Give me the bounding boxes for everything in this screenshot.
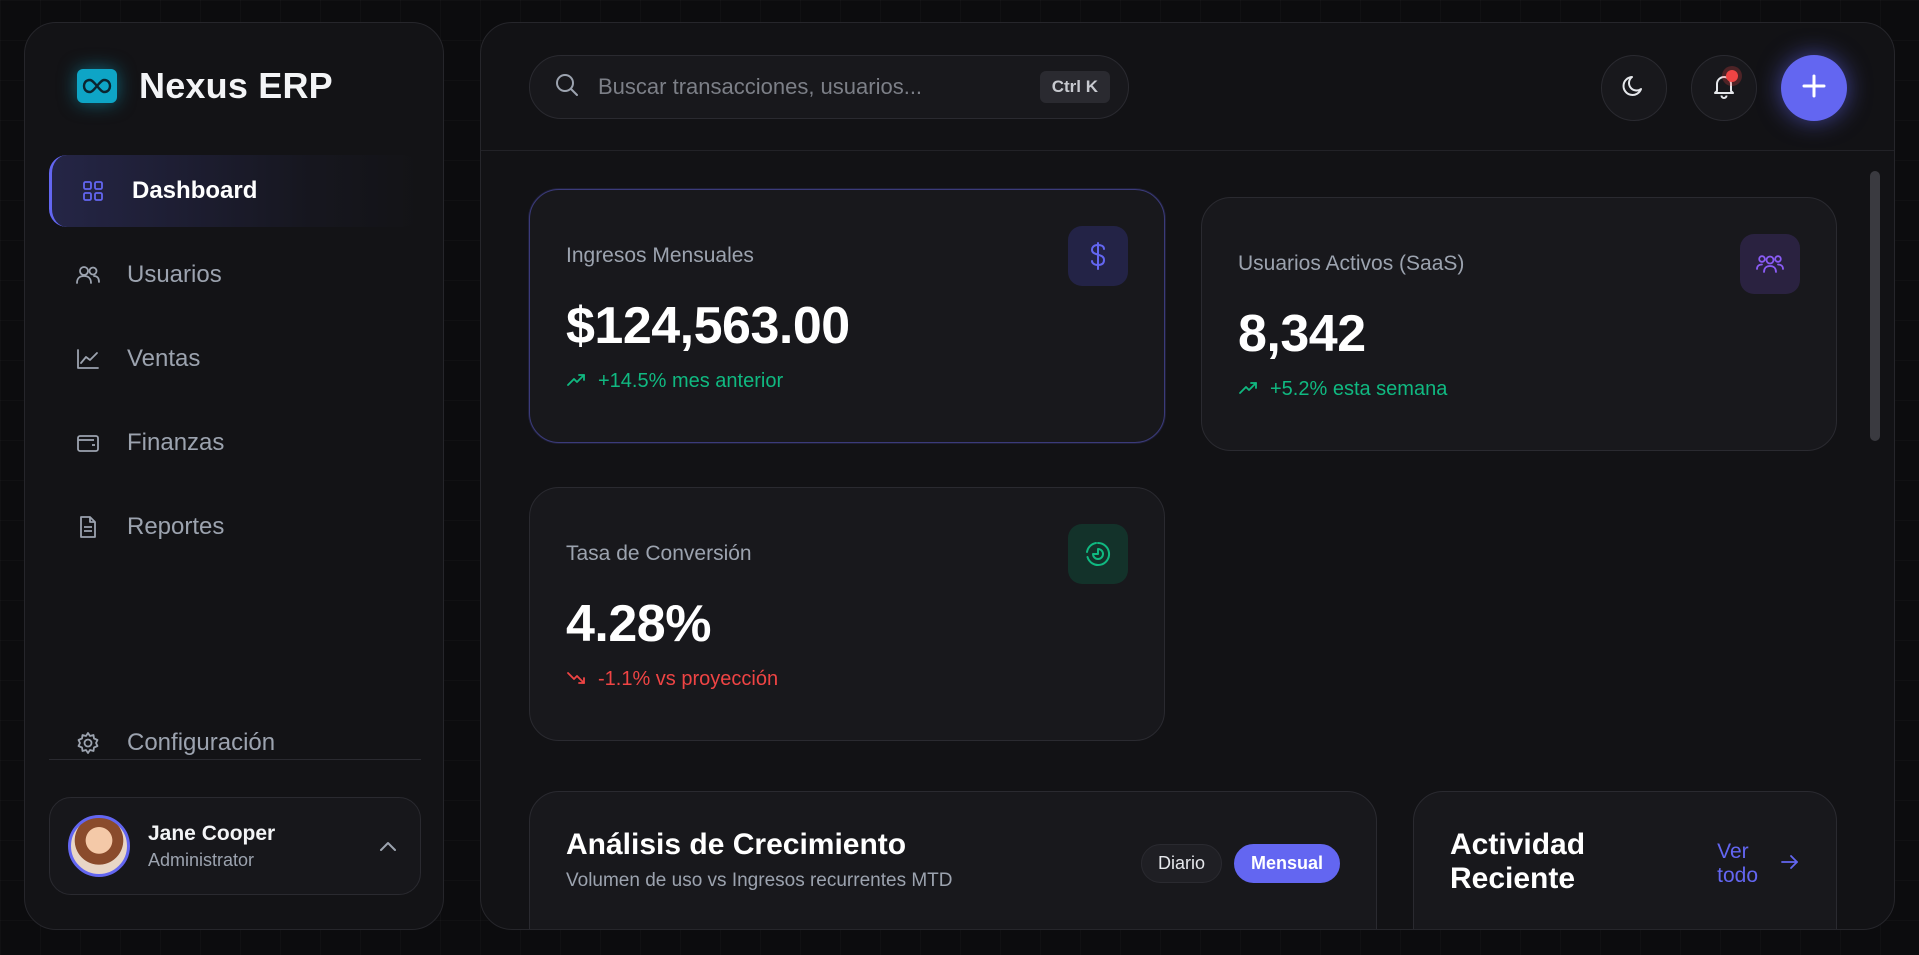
trend-down-icon (566, 668, 586, 691)
gear-icon (75, 730, 101, 756)
period-toggle: Diario Mensual (1140, 844, 1340, 883)
stat-value: $124,563.00 (566, 297, 850, 355)
stat-change: +14.5% mes anterior (566, 370, 1128, 393)
stat-value: 4.28% (566, 595, 711, 653)
view-all-label: Ver todo (1717, 840, 1758, 888)
app-name: Nexus ERP (139, 65, 333, 106)
sidebar-item-reportes[interactable]: Reportes (49, 491, 421, 563)
toggle-mensual[interactable]: Mensual (1233, 844, 1340, 883)
stat-change-text: -1.1% vs proyección (598, 668, 779, 690)
toggle-diario[interactable]: Diario (1140, 844, 1222, 883)
dollar-icon (1068, 226, 1128, 286)
sidebar-item-label: Ventas (127, 345, 201, 372)
stat-card-conversion[interactable]: Tasa de Conversión 4.28% -1.1% vs proyec… (529, 487, 1165, 741)
wallet-icon (75, 430, 101, 456)
document-icon (75, 514, 101, 540)
grid-icon (80, 178, 106, 204)
sidebar-item-label: Usuarios (127, 261, 222, 288)
user-role: Administrator (148, 849, 255, 870)
sidebar-item-usuarios[interactable]: Usuarios (49, 239, 421, 311)
sidebar-item-label: Reportes (127, 513, 225, 540)
infinity-logo-icon (77, 69, 117, 103)
sidebar: Nexus ERP Dashboard Usuarios Ventas Fina… (24, 22, 444, 930)
keyboard-shortcut-badge: Ctrl K (1039, 71, 1110, 103)
sidebar-item-finanzas[interactable]: Finanzas (49, 407, 421, 479)
sidebar-item-label: Dashboard (132, 177, 258, 204)
sidebar-nav: Dashboard Usuarios Ventas Finanzas Repor… (49, 155, 421, 575)
stat-change: +5.2% esta semana (1238, 378, 1800, 401)
search-input[interactable] (598, 74, 1040, 100)
stat-title: Tasa de Conversión (566, 542, 752, 565)
view-all-label-line: todo (1717, 864, 1758, 887)
topbar: Ctrl K (481, 23, 1894, 151)
plus-icon (1800, 72, 1828, 105)
divider (49, 759, 421, 760)
scrollbar[interactable] (1870, 151, 1880, 929)
user-name: Jane Cooper (148, 821, 276, 845)
recent-activity-panel: Actividad Reciente Ver todo (1413, 791, 1837, 929)
stat-value: 8,342 (1238, 305, 1366, 363)
sidebar-item-label: Configuración (127, 729, 276, 756)
growth-analysis-panel: Análisis de Crecimiento Volumen de uso v… (529, 791, 1377, 929)
stat-change: -1.1% vs proyección (566, 668, 1128, 691)
sidebar-item-dashboard[interactable]: Dashboard (49, 155, 421, 227)
notifications-button[interactable] (1691, 55, 1757, 121)
users-icon (75, 262, 101, 288)
view-all-link[interactable]: Ver todo (1717, 840, 1800, 888)
stat-card-ingresos[interactable]: Ingresos Mensuales $124,563.00 +14.5% me… (529, 189, 1165, 443)
add-button[interactable] (1781, 55, 1847, 121)
stat-change-text: +14.5% mes anterior (598, 370, 784, 392)
trend-up-icon (566, 370, 586, 393)
pie-chart-icon (1068, 524, 1128, 584)
sidebar-item-ventas[interactable]: Ventas (49, 323, 421, 395)
stat-title: Ingresos Mensuales (566, 244, 754, 267)
view-all-label-line: Ver (1717, 840, 1749, 863)
notification-dot (1726, 70, 1738, 82)
stat-title: Usuarios Activos (SaaS) (1238, 252, 1465, 275)
moon-icon (1621, 73, 1647, 104)
main-panel: Ctrl K Ingresos Mensuales $124,563.00 (480, 22, 1895, 930)
trend-up-icon (1238, 378, 1258, 401)
sidebar-item-configuracion[interactable]: Configuración (49, 707, 421, 779)
sidebar-item-label: Finanzas (127, 429, 225, 456)
users-group-icon (1740, 234, 1800, 294)
brand[interactable]: Nexus ERP (77, 65, 333, 107)
search-icon (554, 72, 580, 103)
theme-toggle-button[interactable] (1601, 55, 1667, 121)
user-profile-card[interactable]: Jane Cooper Administrator (49, 797, 421, 895)
chevron-up-icon[interactable] (374, 832, 402, 860)
arrow-right-icon (1780, 852, 1800, 876)
avatar (68, 815, 130, 877)
trending-chart-icon (75, 346, 101, 372)
stat-change-text: +5.2% esta semana (1270, 378, 1448, 400)
scrollbar-thumb[interactable] (1870, 171, 1880, 441)
stat-card-usuarios-activos[interactable]: Usuarios Activos (SaaS) 8,342 +5.2% esta… (1201, 197, 1837, 451)
user-meta: Jane Cooper Administrator (148, 822, 374, 871)
search-bar[interactable]: Ctrl K (529, 55, 1129, 119)
